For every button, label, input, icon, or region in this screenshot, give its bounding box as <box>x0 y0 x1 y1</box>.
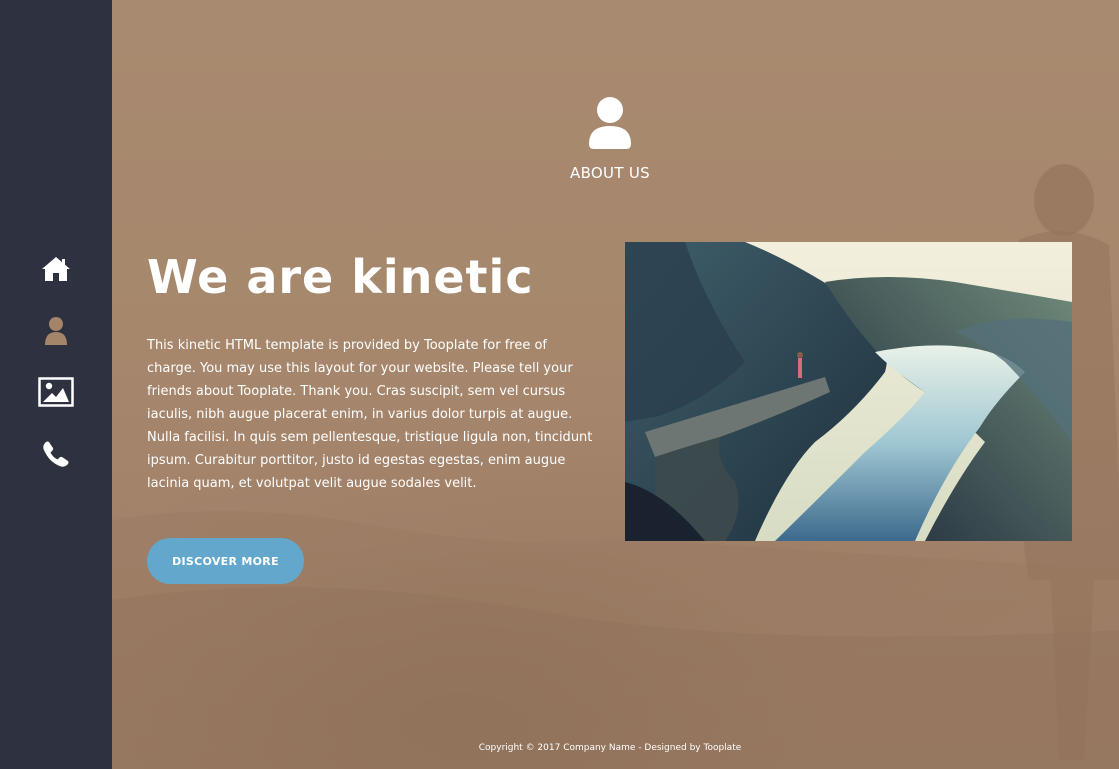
about-paragraph: This kinetic HTML template is provided b… <box>147 338 593 491</box>
page: ABOUT US We are kinetic This kinetic HTM… <box>0 0 1119 769</box>
discover-more-button[interactable]: DISCOVER MORE <box>147 538 304 584</box>
sidebar-item-gallery[interactable] <box>36 372 76 412</box>
image-icon <box>38 377 74 407</box>
sidebar-item-home[interactable] <box>36 249 76 289</box>
sidebar-item-contact[interactable] <box>36 434 76 474</box>
section-title: ABOUT US <box>570 164 650 182</box>
sidebar-item-about[interactable] <box>36 311 76 351</box>
about-photo <box>625 242 1072 541</box>
user-icon <box>589 97 631 149</box>
page-headline: We are kinetic <box>147 250 534 304</box>
sidebar-nav <box>0 0 112 769</box>
user-icon <box>45 317 67 345</box>
phone-icon <box>43 441 69 467</box>
footer-copyright: Copyright © 2017 Company Name - Designed… <box>478 743 742 753</box>
section-header: ABOUT US <box>112 96 1108 182</box>
home-icon <box>42 257 70 281</box>
